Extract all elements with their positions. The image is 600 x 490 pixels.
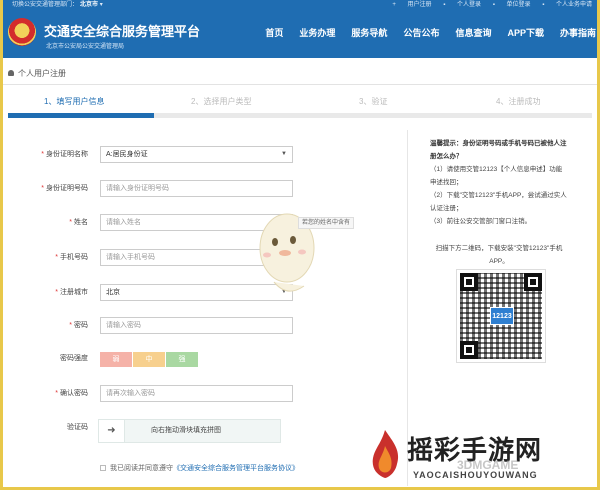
tips-panel: 温馨提示：身份证明号码或手机号码已被他人注册怎么办？ （1）请使用交管12123… [430, 137, 568, 268]
nav-guide[interactable]: 办事指南 [560, 26, 596, 39]
tips-item-2: （2）下载"交管12123"手机APP，尝试通过实人认证注册； [430, 192, 567, 212]
city-label: * 注册城市 [55, 289, 88, 296]
step-2: 2、选择用户类型 [191, 97, 252, 106]
nav-business[interactable]: 业务办理 [299, 26, 335, 39]
police-emblem-icon [8, 18, 36, 46]
location-prefix: 切换公安交通管理部门 [12, 2, 73, 8]
step-progress-bar [8, 113, 592, 118]
slider-handle-arrow-icon[interactable]: ➜ [99, 420, 125, 442]
personal-business-apply-link[interactable]: ▪ 个人业务申请 [542, 2, 592, 8]
location-switcher[interactable]: 切换公安交通管理部门： 北京市 ▾ [12, 0, 103, 10]
agree-checkbox[interactable] [100, 465, 106, 471]
strength-label: 密码强度 [60, 355, 88, 362]
qr-finder-icon [460, 341, 478, 359]
phone-label: * 手机号码 [55, 254, 88, 261]
row-phone: * 手机号码 请输入手机号码 [0, 249, 400, 267]
site-title: 交通安全综合服务管理平台 [44, 24, 201, 39]
top-links: + 用户注册 ▪ 个人登录 ▪ 单位登录 ▪ 个人业务申请 [382, 0, 592, 10]
personal-login-link[interactable]: ▪ 个人登录 [443, 2, 481, 8]
id-type-label: * 身份证明名称 [41, 151, 88, 158]
agreement-row: 我已阅读并同意遵守《交通安全综合服务管理平台服务协议》 [100, 463, 299, 473]
current-city[interactable]: 北京市 [80, 2, 98, 8]
id-number-label: * 身份证明号码 [41, 185, 88, 192]
registration-steps: 1、填写用户信息 2、选择用户类型 3、验证 4、注册成功 [8, 96, 592, 122]
name-tooltip: 若您的姓名中含有 [298, 217, 355, 229]
step-4: 4、注册成功 [496, 97, 541, 106]
captcha-hint: 向右拖动滑块填充拼图 [151, 427, 221, 434]
user-register-link[interactable]: + 用户注册 [392, 2, 431, 8]
row-confirm-password: * 确认密码 请再次输入密码 [0, 385, 400, 403]
flame-logo-icon [372, 430, 399, 478]
qr-finder-icon [524, 273, 542, 291]
agree-text: 我已阅读并同意遵守 [110, 465, 173, 472]
tips-item-3: （3）前往公安交管部门窗口注销。 [430, 218, 532, 225]
top-utility-bar: 切换公安交通管理部门： 北京市 ▾ + 用户注册 ▪ 个人登录 ▪ 单位登录 ▪ … [0, 0, 600, 10]
nav-announcements[interactable]: 公告公布 [403, 26, 439, 39]
nav-info-query[interactable]: 信息查询 [455, 26, 491, 39]
tips-heading: 温馨提示：身份证明号码或手机号码已被他人注册怎么办？ [430, 140, 567, 160]
scan-note: 扫描下方二维码，下载安装"交管12123"手机APP。 [435, 245, 563, 265]
step-progress-fill [8, 113, 154, 118]
row-id-number: * 身份证明号码 请输入身份证明号码 [0, 180, 400, 198]
step-1: 1、填写用户信息 [44, 97, 105, 106]
user-icon [8, 70, 14, 76]
row-captcha: 验证码 ➜ 向右拖动滑块填充拼图 [0, 419, 400, 445]
site-subtitle: 北京市公安局公安交通管理局 [46, 44, 125, 50]
name-label: * 姓名 [69, 219, 88, 226]
id-number-input[interactable]: 请输入身份证明号码 [100, 180, 293, 197]
service-agreement-link[interactable]: 《交通安全综合服务管理平台服务协议》 [173, 465, 299, 472]
nav-app-download[interactable]: APP下载 [507, 26, 544, 39]
nav-home[interactable]: 首页 [265, 26, 283, 39]
qr-finder-icon [460, 273, 478, 291]
page-title: 个人用户注册 [18, 69, 66, 78]
captcha-label: 验证码 [67, 424, 88, 431]
qr-app-logo: 12123 [490, 307, 514, 325]
site-watermark: 摇彩手游网 3DMGAME YAOCAISHOUYOUWANG [365, 428, 595, 488]
breadcrumb: 个人用户注册 [8, 68, 66, 79]
confirm-password-input[interactable]: 请再次输入密码 [100, 385, 293, 402]
caret-down-icon: ▼ [281, 151, 287, 157]
confirm-password-label: * 确认密码 [55, 390, 88, 397]
nav-service-guide[interactable]: 服务导航 [351, 26, 387, 39]
tips-item-1: （1）请使用交管12123【个人信息申述】功能申述找回； [430, 166, 563, 186]
strength-strong: 强 [166, 352, 198, 367]
main-nav: 首页 业务办理 服务导航 公告公布 信息查询 APP下载 办事指南 [249, 26, 596, 39]
strength-weak: 弱 [100, 352, 132, 367]
password-input[interactable]: 请输入密码 [100, 317, 293, 334]
row-id-type: * 身份证明名称 A:居民身份证 ▼ [0, 146, 400, 164]
watermark-en: YAOCAISHOUYOUWANG [413, 470, 538, 480]
step-3: 3、验证 [359, 97, 388, 106]
strength-medium: 中 [133, 352, 165, 367]
unit-login-link[interactable]: ▪ 单位登录 [493, 2, 531, 8]
row-password: * 密码 请输入密码 [0, 317, 400, 335]
row-strength: 密码强度 弱 中 强 [0, 350, 400, 368]
password-strength-meter: 弱 中 强 [100, 352, 199, 367]
id-type-select[interactable]: A:居民身份证 ▼ [100, 146, 293, 163]
app-download-qr-code: 12123 [457, 270, 545, 362]
site-header: 交通安全综合服务管理平台 北京市公安局公安交通管理局 首页 业务办理 服务导航 … [0, 10, 600, 58]
slider-captcha[interactable]: ➜ 向右拖动滑块填充拼图 [98, 419, 281, 443]
password-label: * 密码 [69, 322, 88, 329]
mascot-illustration [259, 213, 315, 292]
breadcrumb-divider [0, 84, 600, 85]
row-city: * 注册城市 北京 ▼ [0, 284, 400, 302]
